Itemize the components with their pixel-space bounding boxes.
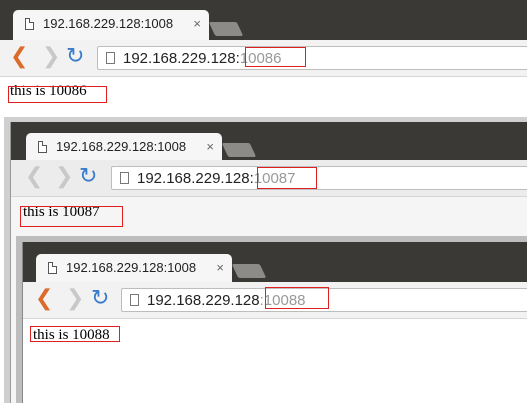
address-bar[interactable]: 192.168.229.128:10087 xyxy=(111,166,527,190)
tab-close-icon[interactable]: × xyxy=(216,260,224,275)
page-info-icon xyxy=(106,52,115,64)
tab-title: 192.168.229.128:1008 xyxy=(66,260,197,275)
reload-icon[interactable]: ↻ xyxy=(66,45,84,67)
highlight-text-10087 xyxy=(20,206,123,227)
tab-close-icon[interactable]: × xyxy=(206,139,214,154)
tab-title: 192.168.229.128:1008 xyxy=(56,139,187,154)
highlight-port-10088 xyxy=(265,287,329,309)
highlight-port-10086 xyxy=(245,47,306,67)
url-host: 192.168.229.128: xyxy=(123,50,240,67)
address-bar[interactable]: 192.168.229.128:10086 xyxy=(97,46,527,70)
back-icon[interactable]: ❮ xyxy=(25,165,43,187)
forward-icon[interactable]: ❯ xyxy=(42,45,60,67)
forward-icon[interactable]: ❯ xyxy=(55,165,73,187)
new-tab-button[interactable] xyxy=(231,264,267,278)
new-tab-button[interactable] xyxy=(221,143,257,157)
new-tab-button[interactable] xyxy=(208,22,244,36)
tab-10086[interactable]: 192.168.229.128:1008 × xyxy=(13,10,209,40)
highlight-text-10086 xyxy=(8,86,107,103)
tab-title: 192.168.229.128:1008 xyxy=(43,16,174,31)
browser-window-10088: 192.168.229.128:1008 × ❮ ❯ ↻ 192.168.229… xyxy=(22,242,527,403)
reload-icon[interactable]: ↻ xyxy=(91,287,109,309)
back-icon[interactable]: ❮ xyxy=(35,287,53,309)
page-info-icon xyxy=(130,294,139,306)
back-icon[interactable]: ❮ xyxy=(10,45,28,67)
page-icon xyxy=(25,18,34,30)
highlight-port-10087 xyxy=(257,167,317,189)
page-icon xyxy=(38,141,47,153)
tab-close-icon[interactable]: × xyxy=(193,16,201,31)
tab-10087[interactable]: 192.168.229.128:1008 × xyxy=(26,133,222,160)
page-info-icon xyxy=(120,172,129,184)
forward-icon[interactable]: ❯ xyxy=(66,287,84,309)
page-icon xyxy=(48,262,57,274)
reload-icon[interactable]: ↻ xyxy=(79,165,97,187)
tab-10088[interactable]: 192.168.229.128:1008 × xyxy=(36,254,232,282)
url-host: 192.168.229.128 xyxy=(147,292,260,309)
highlight-text-10088 xyxy=(30,326,120,342)
url-host: 192.168.229.128: xyxy=(137,170,254,187)
